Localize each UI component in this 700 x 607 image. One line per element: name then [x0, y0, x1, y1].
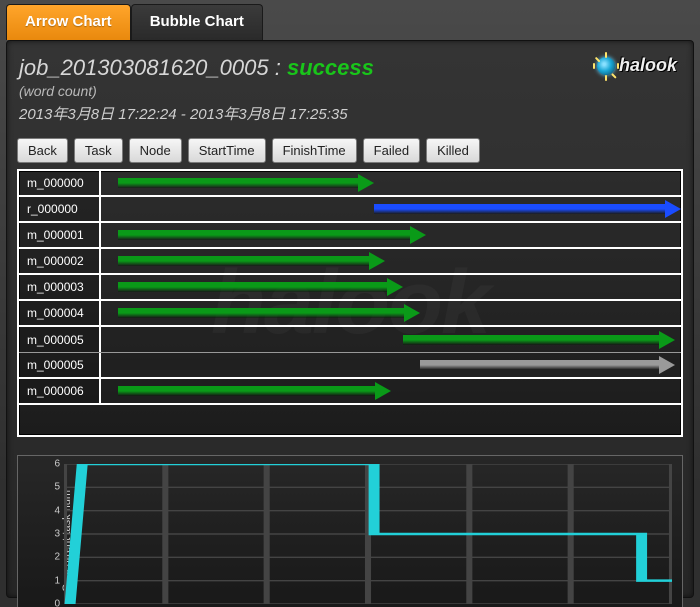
y-tick: 3 [18, 529, 64, 540]
job-title-separator: : [275, 55, 281, 80]
y-tick: 0 [18, 599, 64, 607]
job-subtitle: (word count) [19, 83, 681, 99]
y-tick: 4 [18, 505, 64, 516]
halook-icon [597, 57, 615, 75]
tab-bar: Arrow Chart Bubble Chart [0, 0, 700, 40]
concurrency-chart: Concurrent task num 0123456 17:22:3017:2… [17, 455, 683, 607]
main-panel: job_201303081620_0005 : success (word co… [6, 40, 694, 598]
task-row-label: r_000000 [19, 197, 101, 221]
tab-bubble-chart[interactable]: Bubble Chart [131, 4, 263, 40]
task-row-track [101, 197, 681, 221]
task-arrow[interactable] [403, 335, 676, 345]
plot-area [64, 464, 672, 604]
app-logo-text: halook [619, 55, 677, 76]
y-tick: 1 [18, 575, 64, 586]
task-row-label: m_000005 [19, 327, 101, 352]
task-row: r_000000 [19, 197, 681, 223]
task-row-label: m_000004 [19, 301, 101, 325]
y-tick: 5 [18, 482, 64, 493]
tab-arrow-chart[interactable]: Arrow Chart [6, 4, 131, 40]
task-arrow[interactable] [118, 308, 420, 318]
node-button[interactable]: Node [129, 138, 182, 163]
task-row-track [101, 275, 681, 299]
job-id: job_201303081620_0005 [19, 55, 269, 80]
back-button[interactable]: Back [17, 138, 68, 163]
task-row: m_000002 [19, 249, 681, 275]
task-row: m_000004 [19, 301, 681, 327]
task-row-label: m_000001 [19, 223, 101, 247]
task-row: m_000000 [19, 171, 681, 197]
task-arrow[interactable] [420, 360, 675, 370]
task-row-track [101, 379, 681, 403]
job-status: success [287, 55, 374, 80]
task-arrow[interactable] [118, 256, 385, 266]
job-header: job_201303081620_0005 : success (word co… [17, 49, 683, 134]
y-tick: 6 [18, 459, 64, 470]
task-row: m_000005 [19, 327, 681, 353]
task-row-label: m_000006 [19, 379, 101, 403]
task-row-track [101, 301, 681, 325]
task-row: m_000001 [19, 223, 681, 249]
starttime-button[interactable]: StartTime [188, 138, 266, 163]
job-timerange: 2013年3月8日 17:22:24 - 2013年3月8日 17:25:35 [19, 103, 681, 124]
task-row-track [101, 249, 681, 273]
finishtime-button[interactable]: FinishTime [272, 138, 357, 163]
arrow-chart: halook m_000000r_000000m_000001m_000002m… [17, 169, 683, 437]
app-logo: halook [597, 55, 677, 76]
task-row-track [101, 327, 681, 352]
y-tick: 2 [18, 552, 64, 563]
task-button[interactable]: Task [74, 138, 123, 163]
task-arrow[interactable] [374, 204, 681, 214]
task-row: m_000006 [19, 379, 681, 405]
task-row-label: m_000000 [19, 171, 101, 195]
killed-button[interactable]: Killed [426, 138, 480, 163]
task-arrow[interactable] [118, 230, 425, 240]
failed-button[interactable]: Failed [363, 138, 420, 163]
toolbar: Back Task Node StartTime FinishTime Fail… [17, 138, 683, 163]
task-row-track [101, 353, 681, 377]
task-row-label: m_000005 [19, 353, 101, 377]
task-row-label: m_000003 [19, 275, 101, 299]
task-arrow[interactable] [118, 282, 402, 292]
task-arrow[interactable] [118, 386, 391, 396]
task-row-label: m_000002 [19, 249, 101, 273]
task-row: m_000003 [19, 275, 681, 301]
task-row-track [101, 223, 681, 247]
task-arrow[interactable] [118, 178, 373, 188]
task-row-track [101, 171, 681, 195]
task-row: m_000005 [19, 353, 681, 379]
